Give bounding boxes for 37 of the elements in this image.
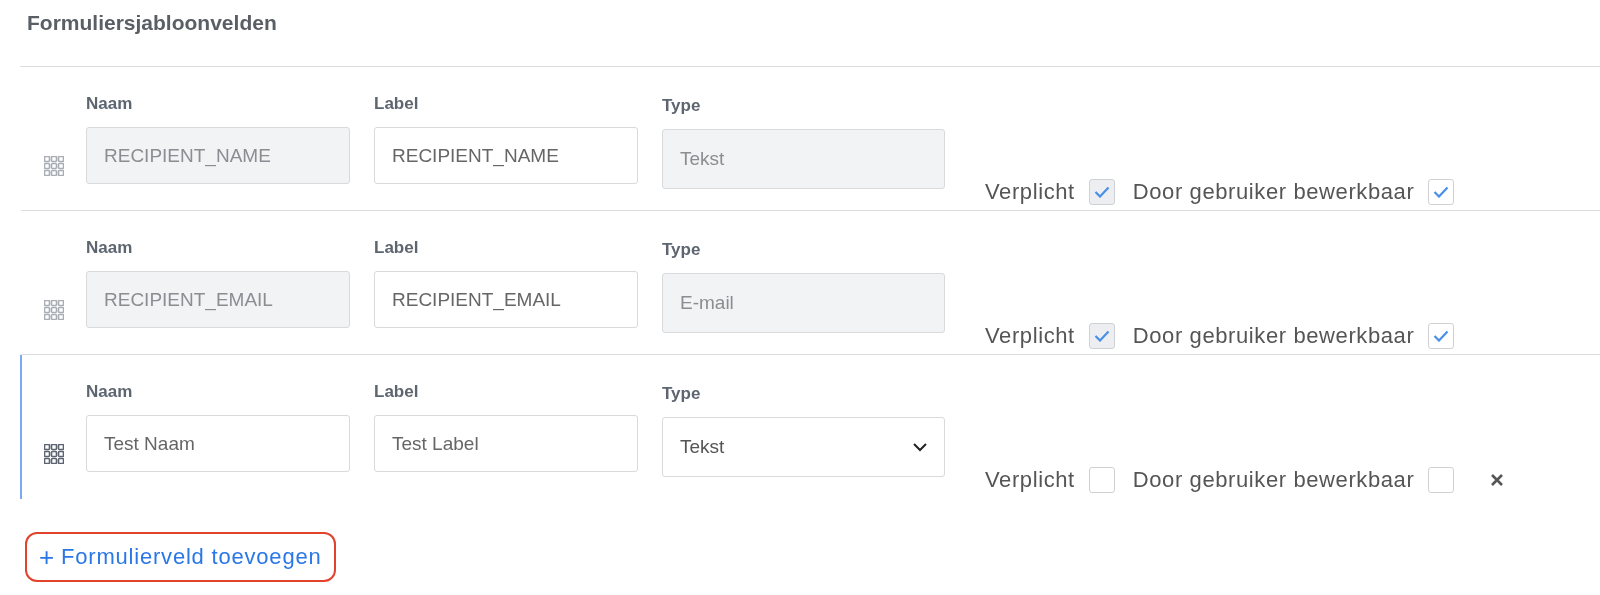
drag-handle-icon[interactable] <box>44 444 64 464</box>
field-label: Naam <box>86 93 134 115</box>
close-icon[interactable] <box>1490 473 1505 487</box>
type-field[interactable]: E-mail <box>662 273 945 333</box>
checkbox-label: Door gebruiker bewerkbaar <box>1132 467 1415 493</box>
editable-checkbox[interactable] <box>1428 467 1455 493</box>
editable-checkbox[interactable] <box>1428 323 1455 349</box>
field-label: Label <box>374 237 420 259</box>
check-icon <box>1433 186 1450 198</box>
checkbox-label: Verplicht <box>985 467 1075 493</box>
chevron-down-icon <box>913 442 927 452</box>
label-input-field[interactable]: RECIPIENT_EMAIL <box>374 271 638 328</box>
required-checkbox[interactable] <box>1088 467 1115 493</box>
drag-handle-icon[interactable] <box>44 156 64 176</box>
field-label: Naam <box>86 237 134 259</box>
name-input-field[interactable]: Test Naam <box>86 415 350 472</box>
field-label: Label <box>374 93 420 115</box>
check-icon <box>1093 330 1110 342</box>
field-label: Type <box>662 383 702 405</box>
label-input-field[interactable]: RECIPIENT_NAME <box>374 127 638 184</box>
check-icon <box>1433 330 1450 342</box>
type-dropdown[interactable]: Tekst <box>662 417 945 477</box>
field-label: Naam <box>86 381 134 403</box>
type-field[interactable]: Tekst <box>662 129 945 189</box>
editable-checkbox[interactable] <box>1428 179 1455 205</box>
check-icon <box>1093 186 1110 198</box>
field-label: Label <box>374 381 420 403</box>
checkbox-label: Door gebruiker bewerkbaar <box>1132 179 1415 205</box>
checkbox-label: Verplicht <box>985 179 1075 205</box>
field-label: Type <box>662 95 702 117</box>
field-label: Type <box>662 239 702 261</box>
checkbox-label: Verplicht <box>985 323 1075 349</box>
add-field-button[interactable]: + Formulierveld toevoegen <box>25 532 336 582</box>
section-title: Formuliersjabloonvelden <box>27 10 278 36</box>
label-input-field[interactable]: Test Label <box>374 415 638 472</box>
drag-handle-icon[interactable] <box>44 300 64 320</box>
checkbox-label: Door gebruiker bewerkbaar <box>1132 323 1415 349</box>
